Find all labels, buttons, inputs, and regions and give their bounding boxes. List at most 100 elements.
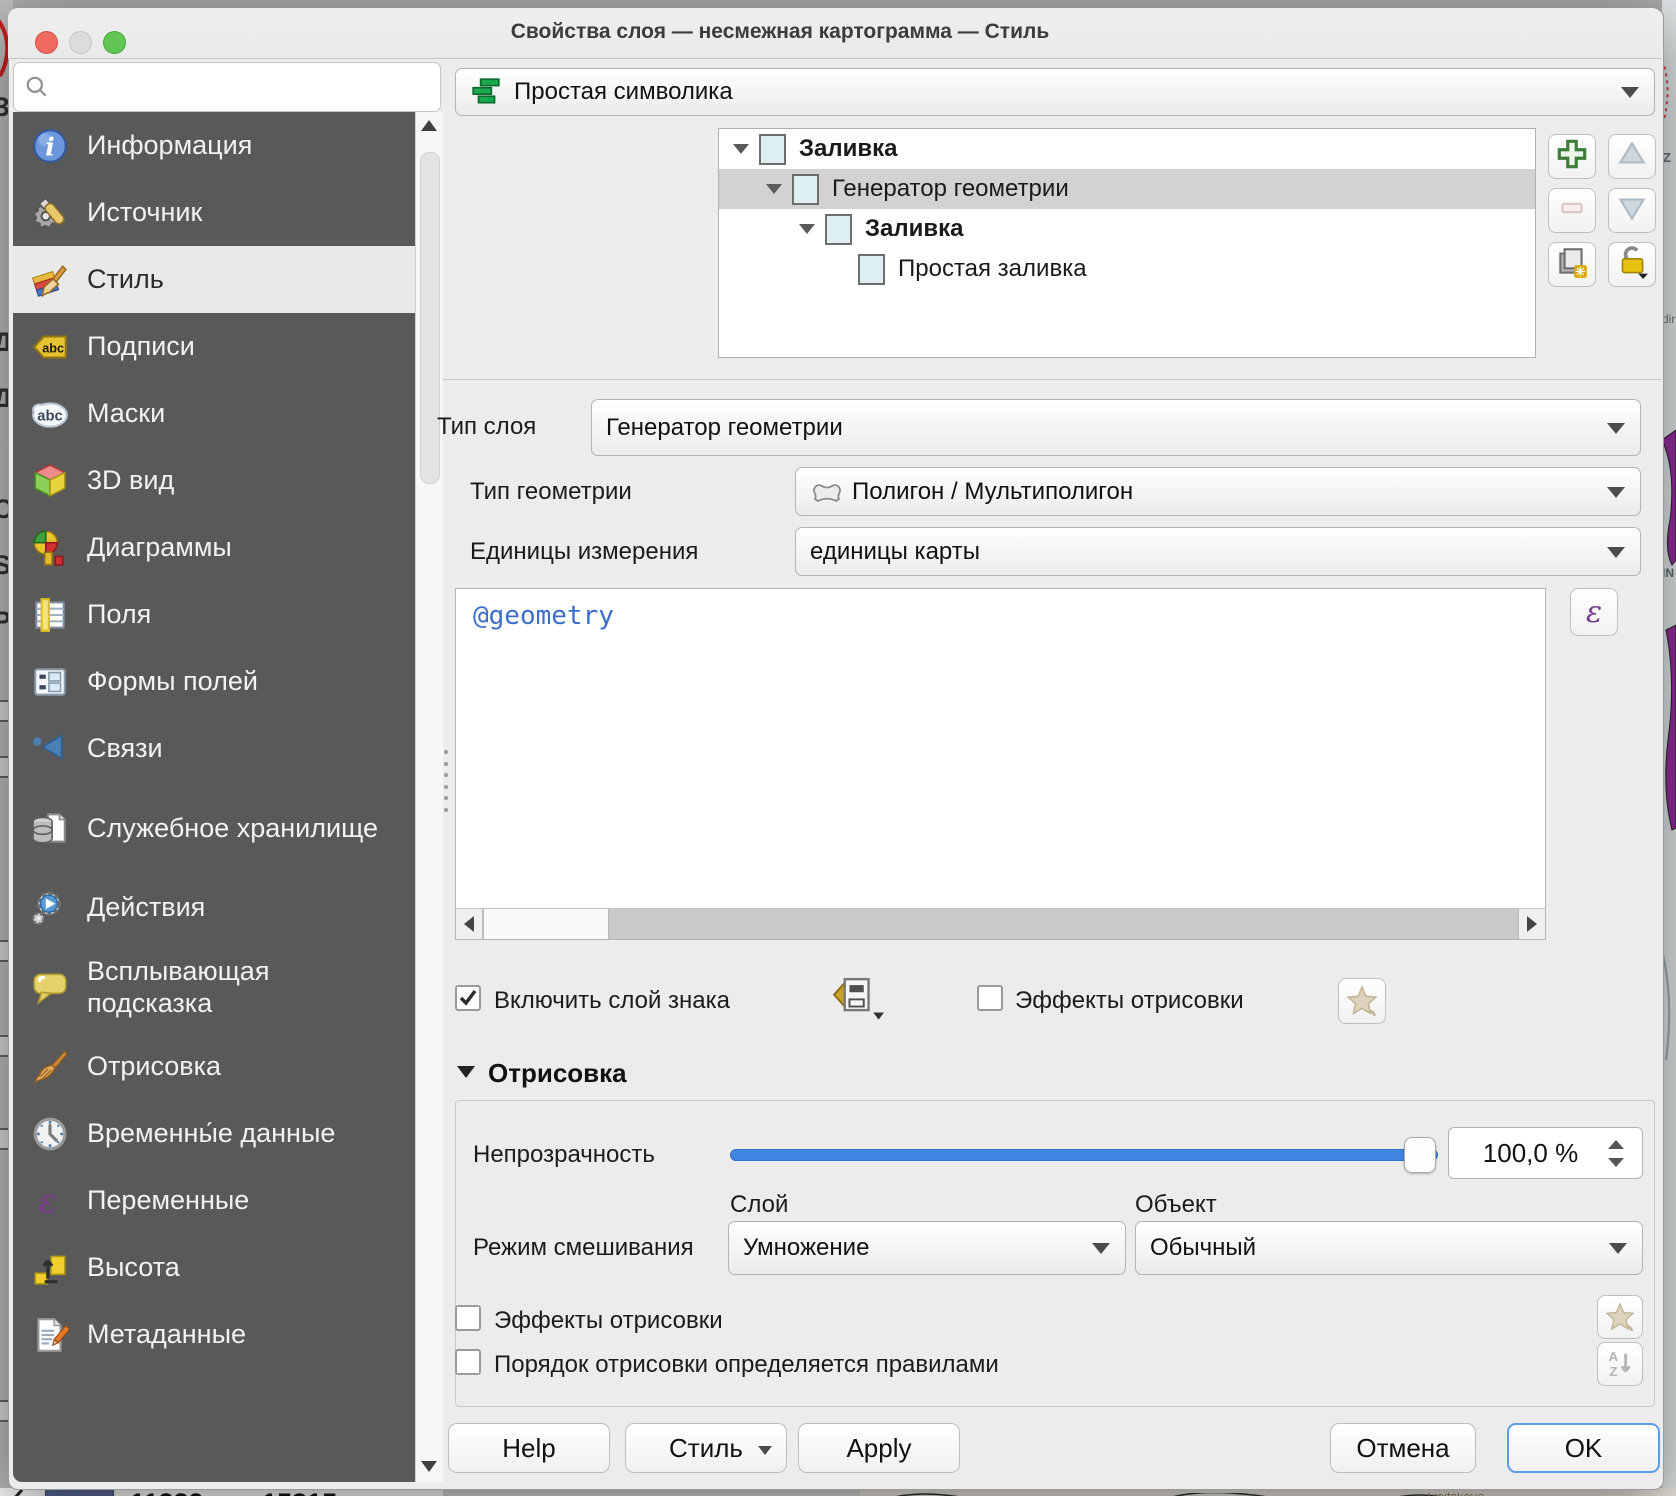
layer-blend-mode-combo[interactable]: Умножение: [728, 1221, 1126, 1275]
layer-rendering-section-title[interactable]: Отрисовка: [488, 1058, 627, 1089]
opacity-slider[interactable]: [730, 1149, 1438, 1161]
expression-text[interactable]: @geometry: [473, 601, 614, 631]
sidebar-item-elevation[interactable]: Высота: [13, 1234, 415, 1301]
sidebar-item-temporal[interactable]: Временны́е данные: [13, 1100, 415, 1167]
cancel-button[interactable]: Отмена: [1330, 1423, 1476, 1473]
expand-arrow-icon[interactable]: [766, 184, 782, 194]
sidebar-item-attributes-form[interactable]: Формы полей: [13, 648, 415, 715]
sidebar-item-label: Отрисовка: [87, 1051, 222, 1081]
sidebar-item-diagrams[interactable]: Диаграммы: [13, 514, 415, 581]
sidebar-item-label: Маски: [87, 398, 166, 428]
section-collapse-icon[interactable]: [457, 1066, 475, 1078]
opacity-slider-handle[interactable]: [1404, 1137, 1436, 1173]
expand-arrow-icon[interactable]: [799, 224, 815, 234]
scroll-down-icon[interactable]: [421, 1461, 437, 1472]
scroll-right-button[interactable]: [1518, 909, 1545, 939]
symbol-tree-node-fill-root[interactable]: Заливка: [719, 129, 1535, 169]
expression-horizontal-scrollbar[interactable]: [456, 908, 1545, 939]
symbol-layer-dropdown-icon[interactable]: [830, 972, 888, 1022]
sidebar-scrollbar[interactable]: [415, 112, 443, 1482]
feature-blend-mode-combo[interactable]: Обычный: [1135, 1221, 1643, 1275]
symbol-tree-node-simple-fill[interactable]: Простая заливка: [719, 249, 1535, 289]
enable-symbol-layer-checkbox[interactable]: [455, 985, 481, 1011]
title-bar[interactable]: Свойства слоя — несмежная картограмма — …: [8, 8, 1662, 59]
layer-type-combo[interactable]: Генератор геометрии: [591, 399, 1641, 456]
expression-builder-button[interactable]: ε: [1570, 588, 1618, 636]
search-input[interactable]: [58, 73, 430, 101]
opacity-spinbox[interactable]: 100,0 %: [1448, 1127, 1643, 1179]
control-feature-order-checkbox[interactable]: [455, 1349, 481, 1375]
sidebar-item-actions[interactable]: Действия: [13, 874, 415, 941]
feature-order-settings-button[interactable]: A Z: [1597, 1342, 1643, 1386]
lock-layer-color-button[interactable]: [1608, 242, 1656, 287]
duplicate-symbol-layer-button[interactable]: ✳: [1548, 242, 1596, 287]
units-combo[interactable]: единицы карты: [795, 527, 1641, 576]
polygon-icon: [813, 483, 841, 502]
sidebar-item-label: Стиль: [87, 264, 164, 294]
scrollbar-thumb[interactable]: [483, 909, 609, 939]
panel-splitter-handle[interactable]: [444, 750, 450, 812]
sidebar-item-labels[interactable]: abc Подписи: [13, 313, 415, 380]
opacity-value: 100,0 %: [1482, 1137, 1579, 1168]
sidebar-item-label: Связи: [87, 733, 163, 763]
database-icon: [29, 807, 71, 849]
sidebar-item-information[interactable]: i Информация: [13, 112, 415, 179]
layer-type-label: Тип слоя: [437, 413, 537, 440]
layer-effects-customize-button[interactable]: [1597, 1295, 1643, 1339]
svg-text:A: A: [1609, 1349, 1619, 1364]
symbol-layer-tree[interactable]: Заливка Генератор геометрии Заливка Простая…: [718, 128, 1536, 358]
sidebar-item-variables[interactable]: ε Переменные: [13, 1167, 415, 1234]
sidebar-item-label: Метаданные: [87, 1319, 247, 1349]
apply-button[interactable]: Apply: [798, 1423, 960, 1473]
ok-button[interactable]: OK: [1507, 1423, 1660, 1473]
sidebar-item-source[interactable]: Источник: [13, 179, 415, 246]
add-symbol-layer-button[interactable]: [1548, 134, 1596, 179]
layer-type-value: Генератор геометрии: [606, 413, 843, 441]
sidebar-item-3d-view[interactable]: 3D вид: [13, 447, 415, 514]
style-menu-button[interactable]: Стиль: [625, 1423, 787, 1473]
scroll-left-button[interactable]: [456, 909, 483, 939]
background-checkmark: [7, 1489, 24, 1496]
units-value: единицы карты: [810, 537, 980, 565]
sidebar-item-map-tips[interactable]: Всплывающая подсказка: [13, 941, 415, 1033]
expression-editor[interactable]: @geometry: [455, 588, 1546, 940]
speech-bubble-icon: [29, 966, 71, 1008]
blend-feature-column-label: Объект: [1135, 1191, 1217, 1218]
sidebar-item-label: Служебное хранилище: [87, 812, 379, 843]
sidebar-item-label: Подписи: [87, 331, 195, 361]
symbol-tree-node-geometry-generator[interactable]: Генератор геометрии: [719, 169, 1535, 209]
separator: [443, 379, 1662, 380]
geometry-type-combo[interactable]: Полигон / Мультиполигон: [795, 467, 1641, 516]
sidebar-item-style[interactable]: Стиль: [13, 246, 415, 313]
sidebar-item-rendering[interactable]: Отрисовка: [13, 1033, 415, 1100]
symbol-effects-customize-button[interactable]: [1338, 978, 1386, 1024]
feature-blend-mode-value: Обычный: [1150, 1234, 1257, 1261]
sidebar-search[interactable]: [13, 62, 441, 112]
scroll-up-icon[interactable]: [421, 120, 437, 131]
symbol-tree-node-label: Заливка: [799, 135, 898, 162]
expand-arrow-icon[interactable]: [733, 144, 749, 154]
epsilon-icon: ε: [29, 1180, 71, 1222]
star-icon: [1605, 1302, 1635, 1332]
remove-symbol-layer-button[interactable]: [1548, 188, 1596, 233]
symbol-tree-node-fill-sub[interactable]: Заливка: [719, 209, 1535, 249]
symbol-type-combo[interactable]: Простая символика: [455, 68, 1655, 116]
layer-blend-mode-value: Умножение: [743, 1234, 870, 1261]
arrow-up-icon: [1614, 136, 1650, 177]
actions-icon: [29, 887, 71, 929]
sidebar-item-auxiliary-storage[interactable]: Служебное хранилище: [13, 782, 415, 874]
help-button[interactable]: Help: [448, 1423, 610, 1473]
move-layer-down-button[interactable]: [1608, 188, 1656, 233]
help-button-label: Help: [502, 1432, 556, 1463]
sidebar-item-joins[interactable]: Связи: [13, 715, 415, 782]
layer-draw-effects-checkbox[interactable]: [455, 1305, 481, 1331]
symbol-draw-effects-checkbox[interactable]: [977, 985, 1003, 1011]
metadata-icon: [29, 1314, 71, 1356]
move-layer-up-button[interactable]: [1608, 134, 1656, 179]
sidebar-item-fields[interactable]: Поля: [13, 581, 415, 648]
spin-down-icon[interactable]: [1608, 1158, 1624, 1167]
sidebar-item-masks[interactable]: abc Маски: [13, 380, 415, 447]
sidebar-item-metadata[interactable]: Метаданные: [13, 1301, 415, 1368]
chevron-down-icon: [1607, 546, 1625, 558]
spin-up-icon[interactable]: [1608, 1140, 1624, 1149]
